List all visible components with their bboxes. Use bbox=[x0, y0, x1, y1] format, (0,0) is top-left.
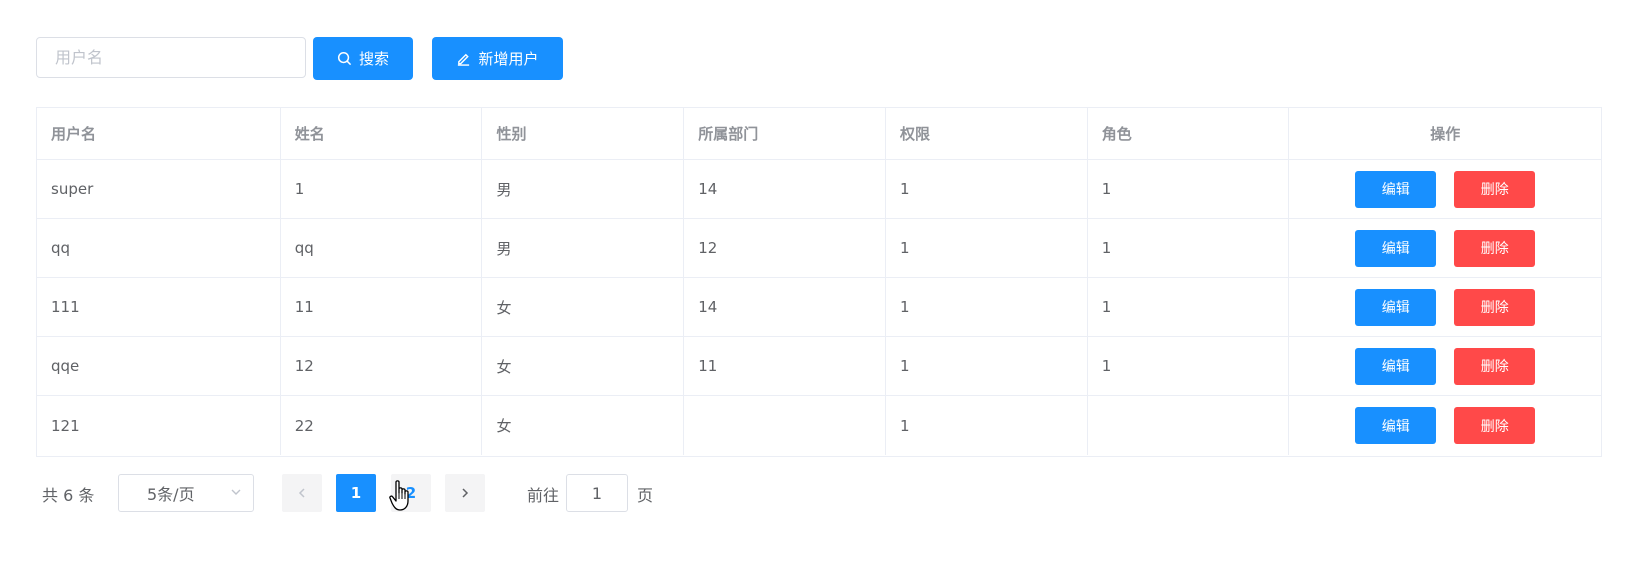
cell-username: qq bbox=[37, 219, 281, 277]
username-search-input[interactable] bbox=[36, 37, 306, 78]
next-page-button[interactable] bbox=[445, 474, 485, 512]
table-row: qq qq 男 12 1 1 编辑 删除 bbox=[37, 219, 1601, 278]
cell-gender: 女 bbox=[482, 337, 685, 395]
cell-permission: 1 bbox=[886, 160, 1088, 218]
chevron-down-icon bbox=[231, 489, 241, 495]
chevron-left-icon bbox=[298, 488, 305, 498]
page-suffix: 页 bbox=[637, 486, 654, 505]
chevron-right-icon bbox=[462, 488, 469, 498]
cell-dept: 11 bbox=[684, 337, 886, 395]
hand-cursor-icon bbox=[389, 480, 409, 511]
prev-page-button[interactable] bbox=[282, 474, 322, 512]
cell-permission: 1 bbox=[886, 278, 1088, 336]
delete-button[interactable]: 删除 bbox=[1454, 229, 1536, 267]
header-actions: 操作 bbox=[1430, 125, 1461, 143]
search-button[interactable]: 搜索 bbox=[313, 37, 413, 80]
goto-label: 前往 bbox=[527, 486, 560, 505]
cell-actions: 编辑 删除 bbox=[1289, 278, 1601, 336]
table-row: super 1 男 14 1 1 编辑 删除 bbox=[37, 160, 1601, 219]
header-name: 姓名 bbox=[281, 108, 483, 159]
header-permission: 权限 bbox=[886, 108, 1088, 159]
delete-button[interactable]: 删除 bbox=[1454, 347, 1536, 385]
header-username: 用户名 bbox=[37, 108, 281, 159]
cell-username: super bbox=[37, 160, 281, 218]
delete-button[interactable]: 删除 bbox=[1454, 170, 1536, 208]
page-size-value: 5条/页 bbox=[147, 485, 195, 504]
cell-name: 12 bbox=[281, 337, 483, 395]
cell-username: 121 bbox=[37, 396, 281, 455]
cell-permission: 1 bbox=[886, 219, 1088, 277]
table-row: qqe 12 女 11 1 1 编辑 删除 bbox=[37, 337, 1601, 396]
page-size-select[interactable]: 5条/页 bbox=[118, 474, 254, 512]
cell-permission: 1 bbox=[886, 337, 1088, 395]
cell-actions: 编辑 删除 bbox=[1289, 337, 1601, 395]
cell-dept: 12 bbox=[684, 219, 886, 277]
cell-name: qq bbox=[281, 219, 483, 277]
cell-gender: 男 bbox=[482, 160, 685, 218]
cell-username: 111 bbox=[37, 278, 281, 336]
header-dept: 所属部门 bbox=[684, 108, 886, 159]
edit-button[interactable]: 编辑 bbox=[1355, 288, 1437, 326]
add-user-button[interactable]: 新增用户 bbox=[432, 37, 563, 80]
cell-name: 11 bbox=[281, 278, 483, 336]
edit-button[interactable]: 编辑 bbox=[1355, 347, 1437, 385]
cell-name: 22 bbox=[281, 396, 483, 455]
user-table: 用户名 姓名 性别 所属部门 权限 角色 操作 super 1 男 14 1 1… bbox=[36, 107, 1602, 457]
cell-permission: 1 bbox=[886, 396, 1088, 455]
cell-role: 1 bbox=[1088, 337, 1290, 395]
cell-role: 1 bbox=[1088, 219, 1290, 277]
table-row: 111 11 女 14 1 1 编辑 删除 bbox=[37, 278, 1601, 337]
cell-gender: 女 bbox=[482, 396, 685, 455]
cell-dept: 14 bbox=[684, 278, 886, 336]
total-count: 共 6 条 bbox=[42, 486, 95, 505]
page-button-1[interactable]: 1 bbox=[336, 474, 376, 512]
edit-button[interactable]: 编辑 bbox=[1355, 229, 1437, 267]
delete-button[interactable]: 删除 bbox=[1454, 407, 1536, 444]
edit-button[interactable]: 编辑 bbox=[1355, 407, 1437, 444]
table-header-row: 用户名 姓名 性别 所属部门 权限 角色 操作 bbox=[37, 108, 1601, 160]
header-role: 角色 bbox=[1088, 108, 1290, 159]
cell-dept: 14 bbox=[684, 160, 886, 218]
search-button-label: 搜索 bbox=[358, 50, 389, 68]
cell-gender: 男 bbox=[482, 219, 685, 277]
add-user-button-label: 新增用户 bbox=[478, 50, 539, 68]
cell-gender: 女 bbox=[482, 278, 685, 336]
cell-role: 1 bbox=[1088, 160, 1290, 218]
delete-button[interactable]: 删除 bbox=[1454, 288, 1536, 326]
cell-role: 1 bbox=[1088, 278, 1290, 336]
search-icon bbox=[337, 51, 352, 66]
edit-icon bbox=[458, 53, 470, 66]
cell-role bbox=[1088, 396, 1290, 455]
cell-name: 1 bbox=[281, 160, 483, 218]
cell-actions: 编辑 删除 bbox=[1289, 396, 1601, 455]
table-row: 121 22 女 1 编辑 删除 bbox=[37, 396, 1601, 455]
cell-dept bbox=[684, 396, 886, 455]
goto-page-input[interactable] bbox=[566, 474, 628, 512]
header-gender: 性别 bbox=[482, 108, 685, 159]
cell-username: qqe bbox=[37, 337, 281, 395]
edit-button[interactable]: 编辑 bbox=[1355, 170, 1437, 208]
cell-actions: 编辑 删除 bbox=[1289, 160, 1601, 218]
cell-actions: 编辑 删除 bbox=[1289, 219, 1601, 277]
